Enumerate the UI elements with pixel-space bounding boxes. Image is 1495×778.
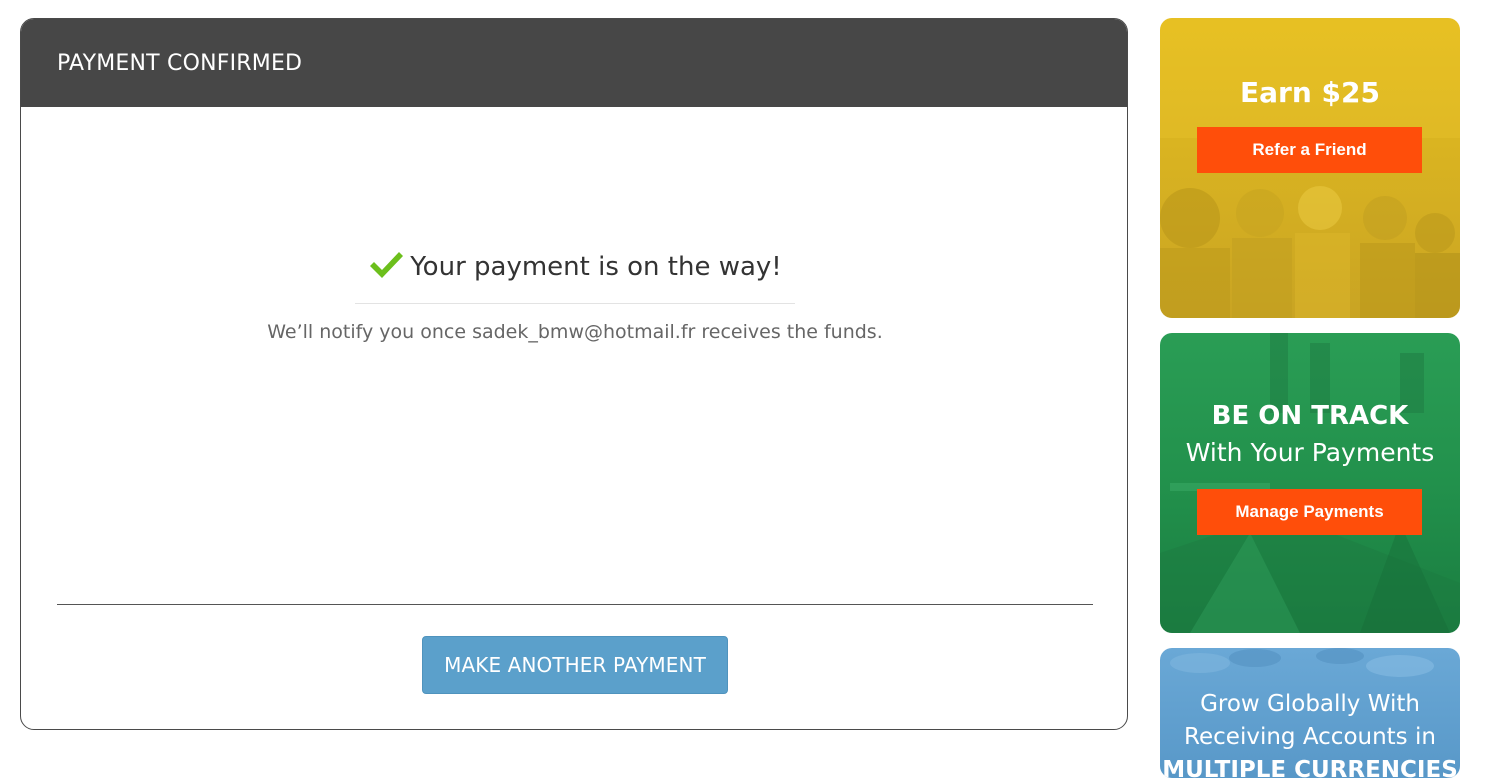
grow-line-3: MULTIPLE CURRENCIES — [1162, 757, 1458, 778]
referral-heading: Earn $25 — [1240, 76, 1380, 109]
title-divider — [355, 303, 795, 304]
track-payments-promo-banner[interactable]: BE ON TRACK With Your Payments Manage Pa… — [1160, 333, 1460, 633]
track-subheading: With Your Payments — [1185, 438, 1435, 467]
referral-promo-banner[interactable]: Earn $25 Refer a Friend — [1160, 18, 1460, 318]
make-another-payment-button[interactable]: MAKE ANOTHER PAYMENT — [422, 636, 728, 694]
track-heading: BE ON TRACK — [1211, 401, 1409, 431]
footer-divider — [57, 604, 1093, 605]
confirmation-title: Your payment is on the way! — [410, 252, 782, 282]
grow-line-2: Receiving Accounts in — [1184, 724, 1436, 750]
notify-message: We’ll notify you once sadek_bmw@hotmail.… — [267, 321, 883, 343]
confirmation-heading: Your payment is on the way! — [21, 249, 1127, 288]
grow-globally-text: Grow Globally With Receiving Accounts in… — [1160, 688, 1460, 778]
payment-confirmation-card: PAYMENT CONFIRMED Your payment is on the… — [20, 18, 1128, 730]
receiving-accounts-promo-banner[interactable]: Grow Globally With Receiving Accounts in… — [1160, 648, 1460, 778]
grow-line-1: Grow Globally With — [1200, 691, 1420, 717]
refer-friend-button[interactable]: Refer a Friend — [1197, 127, 1422, 173]
manage-payments-button[interactable]: Manage Payments — [1197, 489, 1422, 535]
checkmark-icon — [368, 249, 404, 288]
card-header-title: PAYMENT CONFIRMED — [57, 50, 303, 76]
business-photo-overlay — [1160, 333, 1460, 633]
card-header: PAYMENT CONFIRMED — [21, 19, 1127, 107]
